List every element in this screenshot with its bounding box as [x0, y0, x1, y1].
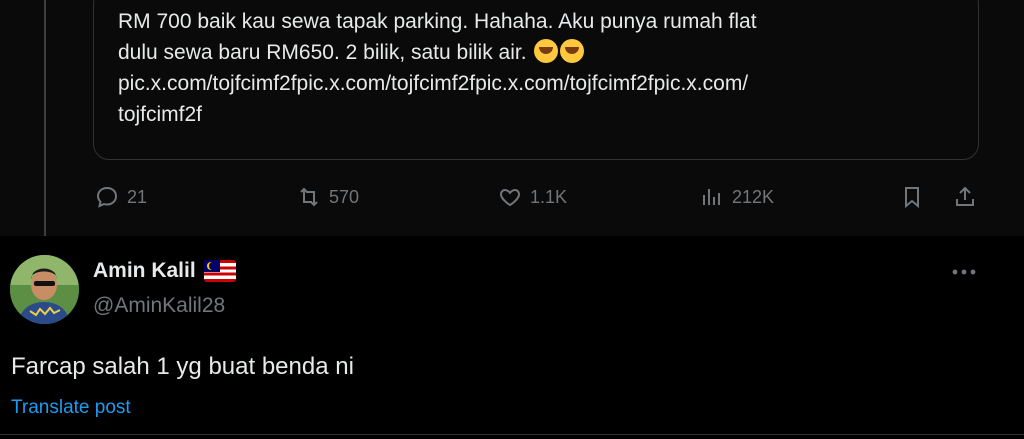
avatar-photo	[10, 255, 79, 324]
malaysia-flag-icon	[203, 260, 236, 282]
bookmark-icon	[905, 187, 919, 209]
view-count: 212K	[732, 186, 775, 207]
like-button[interactable]: 1.1K	[498, 185, 567, 209]
author-name[interactable]: Amin Kalil	[93, 259, 196, 283]
reply-button[interactable]: 21	[95, 185, 147, 209]
analytics-icon	[703, 189, 720, 205]
more-options-button[interactable]	[950, 265, 980, 283]
reply-count: 21	[127, 186, 148, 207]
avatar[interactable]	[10, 255, 79, 324]
share-button[interactable]	[953, 185, 977, 209]
quoted-post-text: RM 700 baik kau sewa tapak parking. Haha…	[118, 6, 968, 130]
repost-button[interactable]: 570	[297, 185, 359, 209]
post-divider	[0, 434, 1024, 435]
quoted-post-line-1: RM 700 baik kau sewa tapak parking. Haha…	[118, 10, 757, 33]
translate-post-link[interactable]: Translate post	[11, 397, 131, 419]
reply-icon	[96, 186, 118, 208]
share-icon	[956, 186, 974, 206]
quoted-post-link[interactable]: pic.x.com/tojfcimf2fpic.x.com/tojfcimf2f…	[118, 68, 968, 99]
author-handle[interactable]: @AminKalil28	[93, 294, 225, 318]
quoted-post-line-2: dulu sewa baru RM650. 2 bilik, satu bili…	[118, 37, 968, 68]
like-count: 1.1K	[530, 186, 568, 207]
flag-crescent	[206, 262, 216, 270]
post-action-bar: 21 570 1.1K 212K	[0, 185, 1024, 215]
bookmark-button[interactable]	[900, 185, 924, 209]
rolling-on-floor-laughing-emoji	[560, 39, 585, 63]
views-button[interactable]: 212K	[700, 185, 774, 209]
more-dots-icon	[952, 269, 976, 275]
repost-icon	[300, 187, 318, 207]
quoted-post-link-continued[interactable]: tojfcimf2f	[118, 99, 968, 130]
reply-post-text: Farcap salah 1 yg buat benda ni	[11, 353, 354, 380]
heart-icon	[500, 188, 520, 207]
author-name-row[interactable]: Amin Kalil	[93, 259, 236, 283]
rolling-on-floor-laughing-emoji	[534, 39, 559, 63]
repost-count: 570	[329, 186, 360, 207]
